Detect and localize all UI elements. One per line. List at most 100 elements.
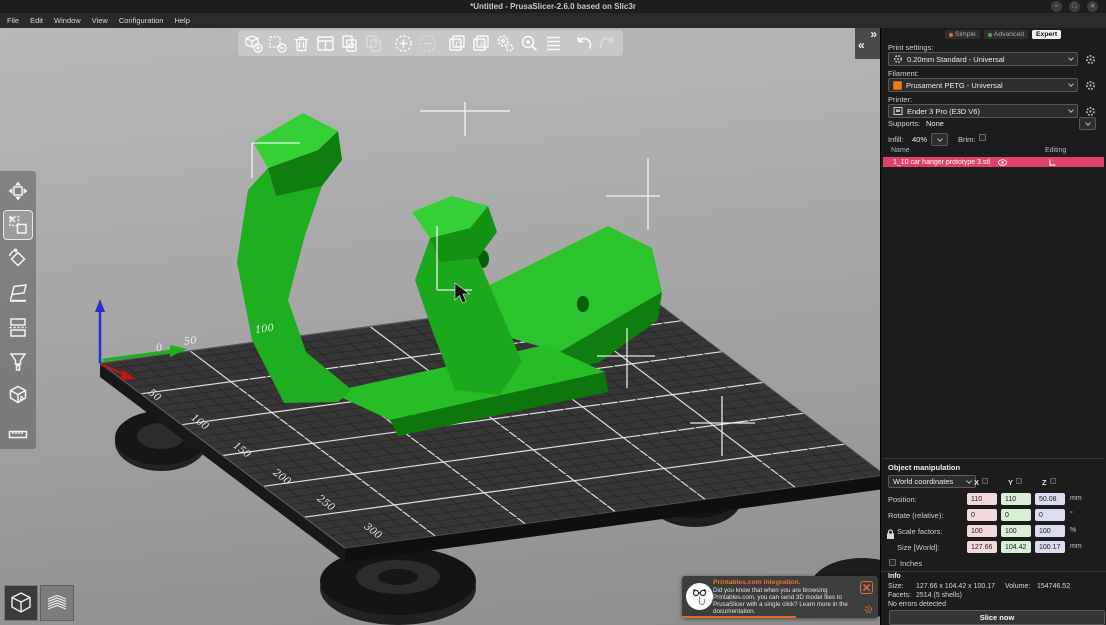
supports-dropdown-button[interactable] [1079, 117, 1096, 130]
position-z-field[interactable]: 50.08 [1035, 493, 1065, 505]
prusaslicer-window: *Untitled - PrusaSlicer-2.6.0 based on S… [0, 0, 1106, 625]
filament-gear-icon[interactable] [1085, 80, 1096, 91]
print-settings-gear-icon[interactable] [1085, 54, 1096, 65]
minimize-button[interactable]: – [1051, 1, 1062, 12]
mode-expert[interactable]: Expert [1032, 30, 1061, 39]
brim-label: Brim: [958, 135, 976, 144]
printer-select[interactable]: Ender 3 Pro (E3D V6) [888, 104, 1078, 118]
chevron-down-icon [966, 478, 972, 484]
scale-z-field[interactable]: 100 [1035, 525, 1065, 537]
coordinate-system-select[interactable]: World coordinates [888, 475, 976, 488]
move-icon[interactable] [4, 177, 32, 205]
lock-icon[interactable] [886, 529, 895, 540]
delete-model-icon[interactable] [266, 32, 289, 55]
editor-view-button[interactable] [4, 585, 38, 621]
infill-value: 40% [912, 135, 927, 144]
position-x-field[interactable]: 110 [967, 493, 997, 505]
paint-supports-icon[interactable] [4, 347, 32, 375]
rotate-y-field[interactable]: 0 [1001, 509, 1031, 521]
cut-icon[interactable] [4, 313, 32, 341]
notification-popup: Printables.com integration. Did you know… [682, 576, 878, 618]
manipulation-title: Object manipulation [888, 463, 960, 472]
scale-x-field[interactable]: 100 [967, 525, 997, 537]
redo-icon[interactable] [596, 32, 619, 55]
svg-text:P: P [480, 40, 485, 49]
rotate-x-field[interactable]: 0 [967, 509, 997, 521]
menu-view[interactable]: View [92, 16, 108, 25]
axis-x-header: X [974, 478, 979, 487]
model-car-hanger[interactable] [237, 113, 662, 436]
notification-body: Did you know that when you are browsing … [713, 587, 855, 615]
size-y-field[interactable]: 104.42 [1001, 541, 1031, 553]
menu-file[interactable]: File [7, 16, 19, 25]
size-z-field[interactable]: 100.17 [1035, 541, 1065, 553]
menu-edit[interactable]: Edit [30, 16, 43, 25]
notification-countdown-bar [682, 616, 796, 618]
info-facets-label: Facets: [888, 592, 911, 599]
title-bar: *Untitled - PrusaSlicer-2.6.0 based on S… [0, 0, 1106, 13]
add-instance-icon[interactable] [392, 32, 415, 55]
menu-help[interactable]: Help [174, 16, 189, 25]
size-x-field[interactable]: 127.66 [967, 541, 997, 553]
place-on-face-icon[interactable] [4, 279, 32, 307]
chevron-down-icon [937, 136, 943, 142]
notification-close-icon[interactable] [860, 581, 873, 594]
seam-painting-icon[interactable] [4, 381, 32, 409]
scale-unit: % [1070, 527, 1076, 534]
advanced-mode-dot-icon [988, 33, 992, 37]
remove-instance-icon[interactable] [416, 32, 439, 55]
split-to-objects-icon[interactable]: O [446, 32, 469, 55]
infill-label: Infill: [888, 135, 903, 144]
variable-layer-height-icon[interactable] [542, 32, 565, 55]
printer-icon [893, 106, 903, 116]
arrange-icon[interactable] [314, 32, 337, 55]
menu-configuration[interactable]: Configuration [119, 16, 164, 25]
scale-y-field[interactable]: 100 [1001, 525, 1031, 537]
add-model-icon[interactable] [242, 32, 265, 55]
layers-stack-icon [44, 590, 70, 616]
close-button[interactable]: × [1087, 1, 1098, 12]
object-name: 1_10 car hanger prototype 3.stl [893, 159, 990, 166]
slice-now-button[interactable]: Slice now [889, 610, 1105, 625]
split-to-parts-icon[interactable]: P [470, 32, 493, 55]
view-mode-buttons [4, 585, 74, 621]
infill-dropdown-button[interactable] [931, 133, 948, 146]
settings-icon[interactable] [494, 32, 517, 55]
mode-advanced[interactable]: Advanced [984, 30, 1028, 39]
filament-select[interactable]: Prusament PETG - Universal [888, 78, 1078, 92]
preset-gear-icon [893, 54, 903, 64]
inches-label: Inches [900, 559, 922, 568]
viewport-3d[interactable]: 0 50 100 50 100 150 200 250 300 O P [0, 28, 880, 625]
delete-all-icon[interactable] [290, 32, 313, 55]
search-icon[interactable] [518, 32, 541, 55]
mode-simple[interactable]: Simple [945, 30, 980, 39]
brim-checkbox[interactable] [979, 134, 986, 141]
axis-x-checkbox[interactable] [982, 478, 988, 484]
inches-checkbox[interactable] [889, 559, 896, 566]
scale-icon[interactable] [4, 211, 32, 239]
position-label: Position: [888, 495, 917, 504]
measure-icon[interactable] [4, 415, 32, 443]
print-settings-select[interactable]: 0.20mm Standard - Universal [888, 52, 1078, 66]
maximize-button[interactable]: □ [1069, 1, 1080, 12]
eye-icon[interactable] [998, 159, 1007, 166]
axis-y-checkbox[interactable] [1016, 478, 1022, 484]
paste-icon[interactable] [362, 32, 385, 55]
notification-settings-icon[interactable] [864, 605, 873, 614]
copy-icon[interactable] [338, 32, 361, 55]
axis-z-checkbox[interactable] [1050, 478, 1056, 484]
chevron-down-icon [1085, 120, 1091, 126]
position-y-field[interactable]: 110 [1001, 493, 1031, 505]
printer-gear-icon[interactable] [1085, 106, 1096, 117]
filament-label: Filament: [888, 69, 919, 78]
supports-label: Supports: [888, 119, 920, 128]
undo-icon[interactable] [572, 32, 595, 55]
rotate-z-field[interactable]: 0 [1035, 509, 1065, 521]
info-facets-value: 2514 (5 shells) [916, 592, 962, 599]
rotate-icon[interactable] [4, 245, 32, 273]
editing-icon[interactable] [1049, 159, 1057, 166]
menu-window[interactable]: Window [54, 16, 81, 25]
preview-view-button[interactable] [40, 585, 74, 621]
collapse-sidebar-button[interactable]: » « [855, 28, 880, 59]
object-list-row[interactable]: 1_10 car hanger prototype 3.stl [883, 157, 1104, 167]
